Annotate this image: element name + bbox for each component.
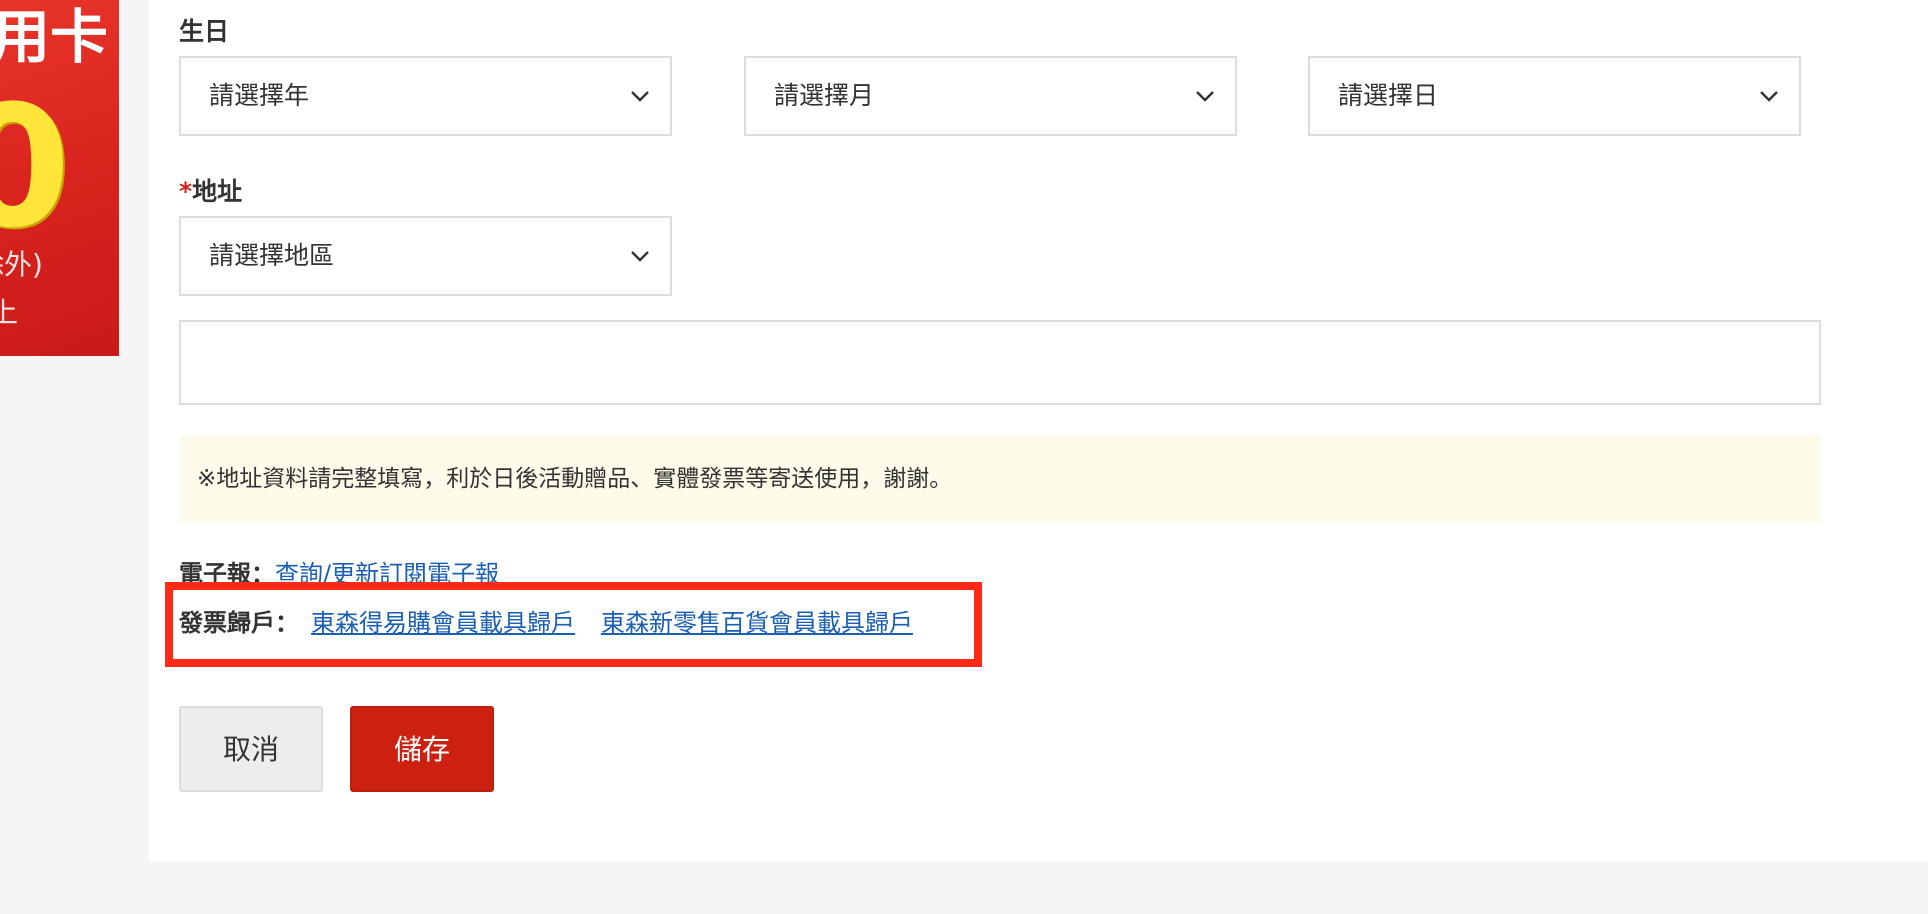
region-value: 請選擇地區: [209, 241, 335, 270]
address-label: *地址: [179, 177, 242, 207]
promo-note: 除外): [0, 248, 43, 281]
birth-day-select[interactable]: 請選擇日: [1308, 56, 1801, 136]
chevron-down-icon: [631, 91, 649, 102]
save-button[interactable]: 儲存: [350, 706, 494, 792]
address-notice-text: ※地址資料請完整填寫，利於日後活動贈品、實體發票等寄送使用，謝謝。: [197, 466, 953, 492]
promo-note-2: 上: [0, 296, 19, 329]
promo-number: 0: [0, 69, 71, 265]
chevron-down-icon: [1760, 91, 1778, 102]
birthday-label: 生日: [179, 17, 230, 46]
chevron-down-icon: [631, 251, 649, 262]
address-label-text: 地址: [192, 177, 243, 206]
ehs-carrier-link[interactable]: 東森新零售百貨會員載具歸戶: [601, 609, 913, 637]
cancel-button[interactable]: 取消: [179, 706, 323, 792]
promo-banner[interactable]: 用卡 0 除外) 上: [0, 0, 119, 356]
required-mark: *: [179, 177, 193, 206]
birth-year-select[interactable]: 請選擇年: [179, 56, 672, 136]
address-detail-input[interactable]: [179, 320, 1821, 405]
invoice-carrier-label: 發票歸戶：: [179, 609, 299, 637]
invoice-carrier-row: 發票歸戶： 東森得易購會員載具歸戶 東森新零售百貨會員載具歸戶: [179, 607, 913, 639]
chevron-down-icon: [1196, 91, 1214, 102]
birth-month-select[interactable]: 請選擇月: [744, 56, 1237, 136]
region-select[interactable]: 請選擇地區: [179, 216, 672, 296]
address-notice: ※地址資料請完整填寫，利於日後活動贈品、實體發票等寄送使用，謝謝。: [179, 435, 1821, 523]
birth-month-value: 請選擇月: [774, 81, 875, 110]
etmall-carrier-link[interactable]: 東森得易購會員載具歸戶: [311, 609, 575, 637]
promo-title: 用卡: [0, 3, 109, 71]
birth-day-value: 請選擇日: [1338, 81, 1439, 110]
birth-year-value: 請選擇年: [209, 81, 310, 110]
